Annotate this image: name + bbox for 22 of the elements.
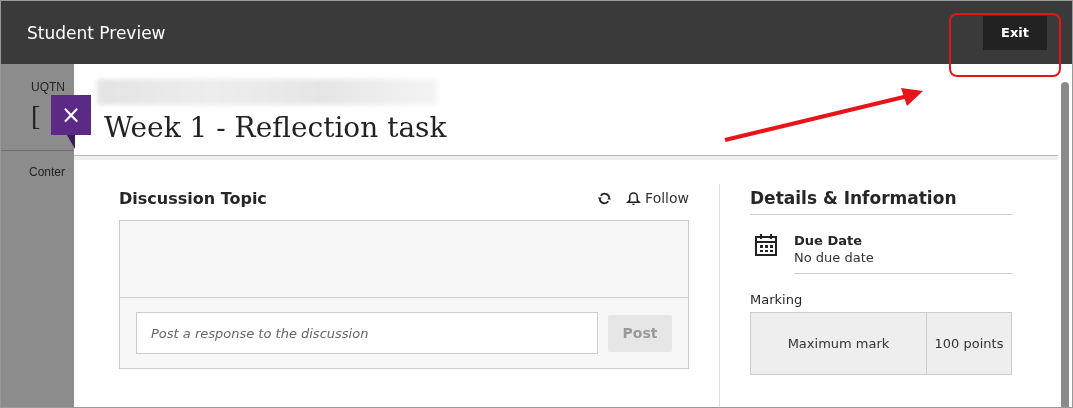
- content-tab[interactable]: Conter: [29, 165, 66, 179]
- calendar-icon: [754, 233, 778, 257]
- section-heading: Details & Information: [750, 184, 1012, 215]
- exit-button[interactable]: Exit: [983, 15, 1047, 50]
- scrollbar[interactable]: [1061, 82, 1069, 407]
- course-title: [: [31, 100, 41, 132]
- fold-icon: [67, 135, 75, 149]
- table-cell-text: 100 points: [933, 335, 1005, 353]
- bell-icon: [626, 190, 642, 206]
- table-cell: Maximum mark: [751, 313, 927, 374]
- section-heading: Discussion Topic: [119, 188, 267, 208]
- due-date-label: Due Date: [794, 233, 863, 248]
- course-code: UQTN: [31, 80, 65, 94]
- response-field[interactable]: Post a response to the discussion: [136, 312, 598, 354]
- due-date-value: No due date: [794, 250, 875, 265]
- follow-button[interactable]: Follow: [626, 190, 689, 206]
- refresh-icon[interactable]: [597, 190, 613, 206]
- marking-heading: Marking: [750, 292, 804, 307]
- close-button[interactable]: ×: [51, 95, 91, 135]
- preview-title: Student Preview: [27, 22, 166, 43]
- arrow-icon: [723, 87, 925, 143]
- page-title: Week 1 - Reflection task: [104, 111, 447, 144]
